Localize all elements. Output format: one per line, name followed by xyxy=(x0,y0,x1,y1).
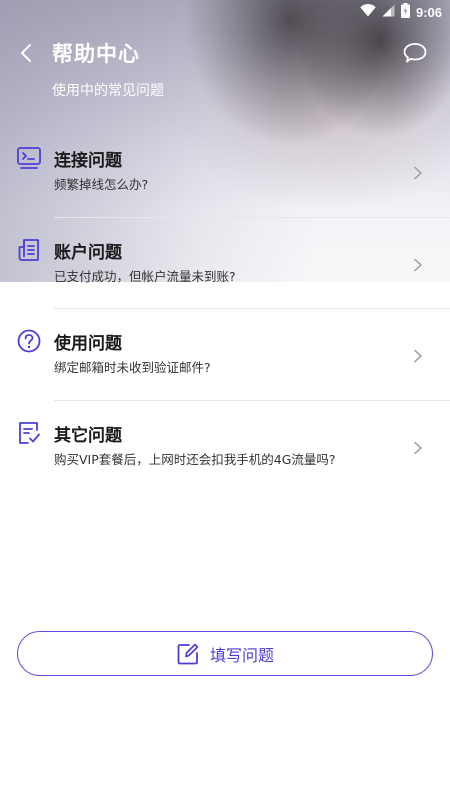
chevron-right-icon xyxy=(414,441,422,454)
faq-title: 使用问题 xyxy=(54,334,122,353)
battery-charging-icon xyxy=(400,2,410,22)
status-bar: 9:06 xyxy=(0,0,450,24)
signal-icon xyxy=(382,4,395,21)
faq-item-account[interactable]: 账户问题 已支付成功，但帐户流量未到账? xyxy=(0,218,450,309)
faq-item-other[interactable]: 其它问题 购买VIP套餐后，上网时还会扣我手机的4G流量吗? xyxy=(0,401,450,493)
submit-question-label: 填写问题 xyxy=(209,645,274,665)
page-subtitle: 使用中的常见问题 xyxy=(52,83,164,99)
status-time: 9:06 xyxy=(415,4,442,20)
chevron-right-icon xyxy=(414,258,422,271)
feedback-chat-button[interactable] xyxy=(402,40,428,66)
terminal-icon xyxy=(17,147,41,169)
document-list-icon xyxy=(18,238,39,261)
faq-description: 已支付成功，但帐户流量未到账? xyxy=(54,268,236,284)
wifi-icon xyxy=(360,3,376,21)
faq-title: 其它问题 xyxy=(54,425,122,445)
chevron-right-icon xyxy=(414,349,422,363)
question-circle-icon xyxy=(17,329,41,353)
chevron-right-icon xyxy=(414,166,422,180)
faq-list: 连接问题 频繁掉线怎么办? 账户问题 已支付成功，但帐户流量未到账? 使用问题 … xyxy=(0,126,450,492)
submit-question-button[interactable]: 填写问题 xyxy=(17,631,433,676)
back-arrow-icon xyxy=(21,44,31,62)
back-button[interactable] xyxy=(14,40,40,66)
checklist-icon xyxy=(19,421,40,444)
faq-description: 频繁掉线怎么办? xyxy=(54,177,149,192)
faq-title: 连接问题 xyxy=(54,151,122,170)
faq-description: 购买VIP套餐后，上网时还会扣我手机的4G流量吗? xyxy=(54,451,336,467)
faq-item-usage[interactable]: 使用问题 绑定邮箱时未收到验证邮件? xyxy=(0,309,450,401)
page-title: 帮助中心 xyxy=(52,43,140,66)
faq-title: 账户问题 xyxy=(54,242,122,262)
faq-item-connection[interactable]: 连接问题 频繁掉线怎么办? xyxy=(0,126,450,218)
edit-icon xyxy=(177,643,199,664)
faq-description: 绑定邮箱时未收到验证邮件? xyxy=(54,360,211,375)
chat-bubble-icon xyxy=(403,43,427,63)
app-header: 帮助中心 xyxy=(0,32,450,76)
